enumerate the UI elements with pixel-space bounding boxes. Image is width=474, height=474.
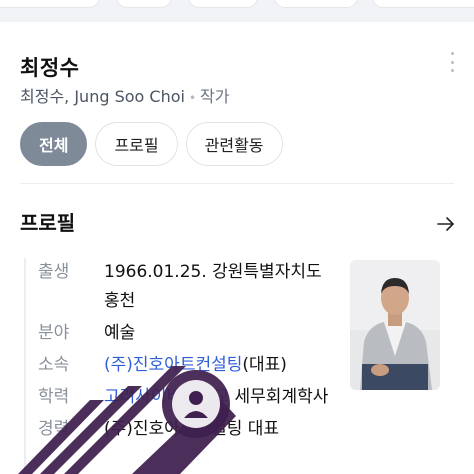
person-photo-illustration [350, 260, 440, 390]
arrow-right-icon[interactable] [436, 214, 456, 234]
education-link[interactable]: 고려사이버대학교 [104, 387, 229, 407]
top-chip[interactable] [0, 0, 100, 8]
top-chip[interactable] [188, 0, 258, 8]
tab-activities[interactable]: 관련활동 [185, 122, 283, 166]
profile-card: 최정수 최정수, Jung Soo Choi • 작가 전체 프로필 관련활동 프로… [0, 22, 474, 474]
affiliation-role: (대표) [242, 355, 287, 375]
top-chip[interactable] [372, 0, 474, 8]
detail-label: 출생 [38, 262, 70, 282]
detail-label: 소속 [38, 355, 70, 375]
detail-row-affiliation: 소속 (주)진호아트컨설팅(대표) [38, 351, 338, 380]
profile-tabs: 전체 프로필 관련활동 [20, 122, 283, 166]
detail-label: 경력 [38, 419, 70, 439]
more-vertical-icon[interactable] [448, 52, 456, 72]
profile-photo[interactable] [350, 260, 440, 390]
detail-row-birth: 출생 1966.01.25. 강원특별자치도 홍천 [38, 258, 338, 316]
profile-details: 출생 1966.01.25. 강원특별자치도 홍천 분야 예술 소속 (주)진호… [38, 258, 338, 447]
profile-aliases: 최정수, Jung Soo Choi [20, 87, 185, 106]
affiliation-link[interactable]: (주)진호아트컨설팅 [104, 355, 242, 375]
top-chip-strip [0, 0, 474, 22]
top-chip[interactable] [274, 0, 358, 8]
profile-name: 최정수 [20, 56, 80, 80]
detail-label: 분야 [38, 323, 70, 343]
detail-value: (주)진호아트컨설팅(대표) [104, 351, 336, 380]
education-degree: 세무회계학사 [229, 387, 329, 407]
profile-job: 작가 [200, 87, 230, 106]
tab-all[interactable]: 전체 [20, 122, 88, 166]
detail-value: (주)진호아트컨설팅 대표 [104, 419, 280, 439]
separator-dot: • [188, 91, 197, 105]
detail-value: 예술 [104, 323, 136, 343]
divider [20, 183, 454, 184]
profile-subtitle: 최정수, Jung Soo Choi • 작가 [20, 83, 229, 107]
detail-row-field: 분야 예술 [38, 319, 338, 348]
detail-value: 1966.01.25. 강원특별자치도 홍천 [104, 262, 322, 311]
top-chip[interactable] [116, 0, 172, 8]
tab-profile[interactable]: 프로필 [95, 122, 178, 166]
detail-value: 고려사이버대학교 세무회계학사 [104, 383, 336, 412]
detail-label: 학력 [38, 387, 70, 407]
detail-row-career: 경력 (주)진호아트컨설팅 대표 [38, 415, 338, 444]
detail-row-education: 학력 고려사이버대학교 세무회계학사 [38, 383, 338, 412]
timeline-rail [24, 258, 26, 474]
section-title[interactable]: 프로필 [20, 207, 75, 236]
